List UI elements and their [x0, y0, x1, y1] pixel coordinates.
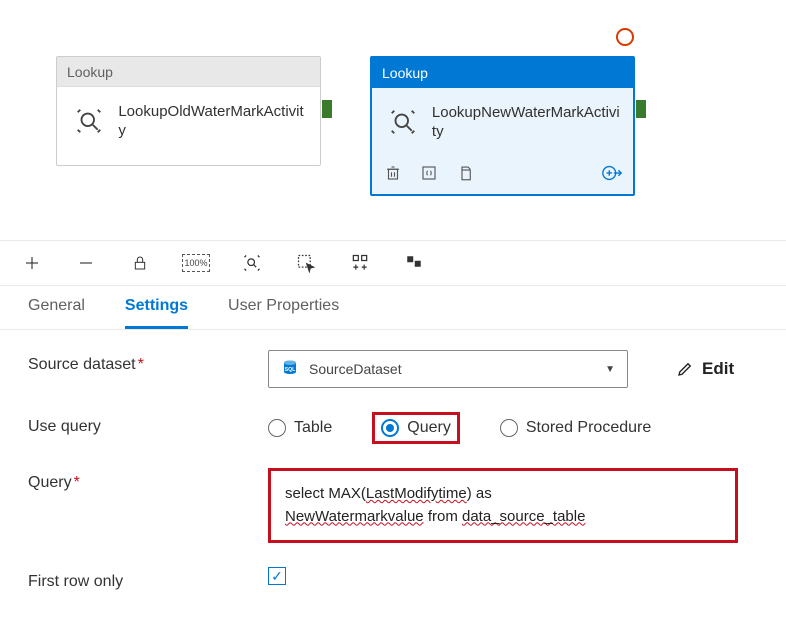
select-icon[interactable] — [294, 251, 318, 275]
source-dataset-label: Source dataset* — [28, 350, 268, 374]
edit-dataset-button[interactable]: Edit — [676, 359, 734, 379]
radio-table[interactable]: Table — [268, 419, 332, 437]
activity-type-label: Lookup — [372, 58, 633, 88]
magnifier-icon — [69, 101, 108, 141]
output-connector[interactable] — [322, 100, 332, 118]
zoom-fit-icon[interactable] — [240, 251, 264, 275]
source-dataset-dropdown[interactable]: SQL SourceDataset ▼ — [268, 350, 628, 388]
first-row-only-checkbox[interactable]: ✓ — [268, 567, 286, 585]
activity-type-label: Lookup — [57, 57, 320, 87]
radio-stored-procedure[interactable]: Stored Procedure — [500, 419, 651, 437]
tab-settings[interactable]: Settings — [125, 286, 188, 329]
add-icon[interactable] — [20, 251, 44, 275]
remove-icon[interactable] — [74, 251, 98, 275]
property-tabs: General Settings User Properties — [0, 286, 786, 330]
copy-icon[interactable] — [454, 162, 476, 184]
query-textarea[interactable]: select MAX(LastModifytime) as NewWaterma… — [268, 468, 738, 543]
activity-lookup-new[interactable]: Lookup LookupNewWaterMarkActivity — [370, 56, 635, 196]
align-icon[interactable] — [402, 251, 426, 275]
zoom-100-icon[interactable]: 100% — [182, 254, 210, 272]
magnifier-icon — [384, 102, 422, 142]
svg-text:SQL: SQL — [285, 367, 297, 373]
query-label: Query* — [28, 468, 268, 492]
output-connector[interactable] — [636, 100, 646, 118]
dropdown-value: SourceDataset — [309, 361, 402, 377]
first-row-only-label: First row only — [28, 567, 268, 591]
lock-icon[interactable] — [128, 251, 152, 275]
activity-title: LookupNewWaterMarkActivity — [432, 103, 621, 142]
code-icon[interactable] — [418, 162, 440, 184]
tab-user-properties[interactable]: User Properties — [228, 286, 339, 329]
add-output-icon[interactable] — [601, 162, 623, 184]
activity-lookup-old[interactable]: Lookup LookupOldWaterMarkActivity — [56, 56, 321, 166]
pipeline-canvas[interactable]: Lookup LookupOldWaterMarkActivity Lookup… — [0, 0, 786, 240]
settings-panel: Source dataset* SQL SourceDataset ▼ Edit… — [0, 330, 786, 605]
activity-toolbar — [372, 156, 633, 194]
validation-error-indicator — [616, 28, 634, 46]
chevron-down-icon: ▼ — [605, 364, 615, 375]
canvas-toolbar: 100% — [0, 240, 786, 286]
activity-title: LookupOldWaterMarkActivity — [118, 102, 308, 141]
auto-layout-icon[interactable] — [348, 251, 372, 275]
tab-general[interactable]: General — [28, 286, 85, 329]
radio-query[interactable]: Query — [381, 419, 451, 437]
sql-icon: SQL — [281, 358, 299, 381]
use-query-radio-group: Table Query Stored Procedure — [268, 412, 651, 444]
use-query-label: Use query — [28, 412, 268, 436]
delete-icon[interactable] — [382, 162, 404, 184]
